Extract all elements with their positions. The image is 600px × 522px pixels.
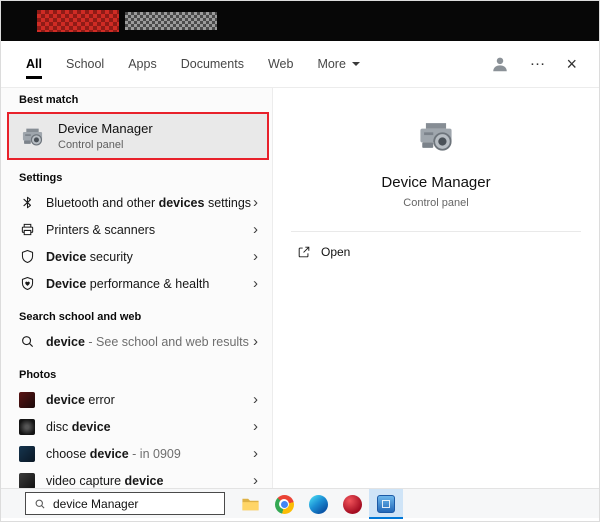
device-manager-icon [414, 114, 458, 158]
list-item-label: Device performance & health [46, 277, 251, 291]
shield-icon [19, 249, 35, 264]
window-titlebar [1, 1, 599, 41]
more-options-button[interactable]: … [529, 52, 546, 70]
list-item-label: Bluetooth and other devices settings [46, 196, 251, 210]
section-header-photos: Photos [1, 355, 272, 386]
taskbar-search-input[interactable] [53, 497, 216, 511]
chevron-right-icon[interactable] [251, 195, 260, 210]
list-item-label: video capture device [46, 474, 251, 488]
active-app-icon[interactable] [369, 489, 403, 519]
profile-icon[interactable] [491, 55, 509, 73]
list-item-web-search[interactable]: device - See school and web results [1, 328, 272, 355]
list-item-photo-disc-device[interactable]: disc device [1, 413, 272, 440]
chevron-right-icon[interactable] [251, 249, 260, 264]
redacted-text-block [125, 12, 217, 30]
list-item-bluetooth-settings[interactable]: Bluetooth and other devices settings [1, 189, 272, 216]
tab-apps[interactable]: Apps [128, 41, 157, 87]
taskbar [1, 488, 599, 518]
list-item-label: disc device [46, 420, 251, 434]
section-header-web-search: Search school and web [1, 297, 272, 328]
best-match-item[interactable]: Device Manager Control panel [9, 114, 267, 158]
preview-subtitle: Control panel [273, 197, 599, 209]
taskbar-icons [233, 489, 403, 519]
list-item-label: device - See school and web results [46, 335, 251, 349]
list-item-label: Device security [46, 250, 251, 264]
taskbar-search-box[interactable] [25, 492, 225, 515]
tab-documents-label: Documents [181, 57, 244, 71]
windows-search-screen: All School Apps Documents Web More … × B… [0, 0, 600, 522]
chevron-right-icon[interactable] [251, 222, 260, 237]
section-header-best-match: Best match [1, 88, 272, 111]
list-item-photo-choose-device[interactable]: choose device - in 0909 [1, 440, 272, 467]
list-item-label: device error [46, 393, 251, 407]
chevron-right-icon[interactable] [251, 276, 260, 291]
open-label: Open [321, 245, 350, 259]
tab-school-label: School [66, 57, 104, 71]
close-button[interactable]: × [566, 54, 577, 75]
printer-icon [19, 222, 35, 237]
redacted-red-block [37, 10, 119, 32]
search-icon [19, 334, 35, 349]
tab-documents[interactable]: Documents [181, 41, 244, 87]
bluetooth-icon [19, 195, 35, 210]
chevron-right-icon[interactable] [251, 334, 260, 349]
list-item-label: choose device - in 0909 [46, 447, 251, 461]
chevron-right-icon[interactable] [251, 473, 260, 488]
list-item-label: Printers & scanners [46, 223, 251, 237]
best-match-text: Device Manager Control panel [58, 121, 153, 151]
tab-all[interactable]: All [26, 41, 42, 87]
photo-thumbnail [19, 419, 35, 435]
tab-school[interactable]: School [66, 41, 104, 87]
list-item-device-performance[interactable]: Device performance & health [1, 270, 272, 297]
chevron-right-icon[interactable] [251, 446, 260, 461]
best-match-subtitle: Control panel [58, 139, 153, 151]
photo-thumbnail [19, 446, 35, 462]
chrome-icon[interactable] [267, 489, 301, 519]
tab-apps-label: Apps [128, 57, 157, 71]
photo-thumbnail [19, 473, 35, 489]
best-match-title: Device Manager [58, 121, 153, 136]
open-icon [297, 245, 311, 259]
search-icon [34, 498, 46, 510]
tab-web-label: Web [268, 57, 293, 71]
chevron-right-icon[interactable] [251, 392, 260, 407]
chevron-down-icon [352, 62, 360, 70]
search-filter-bar: All School Apps Documents Web More … × [1, 41, 599, 88]
device-manager-icon [19, 123, 46, 150]
list-item-printers-scanners[interactable]: Printers & scanners [1, 216, 272, 243]
edge-icon[interactable] [301, 489, 335, 519]
list-item-photo-device-error[interactable]: device error [1, 386, 272, 413]
preview-title: Device Manager [273, 174, 599, 191]
chevron-right-icon[interactable] [251, 419, 260, 434]
divider [291, 231, 581, 232]
tab-more[interactable]: More [317, 41, 359, 87]
results-panel: Best match Device Manager Control panel … [1, 88, 272, 488]
section-header-settings: Settings [1, 158, 272, 189]
shield-heart-icon [19, 276, 35, 291]
open-button[interactable]: Open [297, 245, 350, 259]
tab-more-label: More [317, 57, 345, 71]
tab-all-label: All [26, 57, 42, 71]
file-explorer-icon[interactable] [233, 489, 267, 519]
list-item-device-security[interactable]: Device security [1, 243, 272, 270]
photo-thumbnail [19, 392, 35, 408]
app-icon-red[interactable] [335, 489, 369, 519]
header-actions: … × [491, 41, 577, 87]
preview-pane: Device Manager Control panel Open [272, 88, 599, 488]
tab-web[interactable]: Web [268, 41, 293, 87]
